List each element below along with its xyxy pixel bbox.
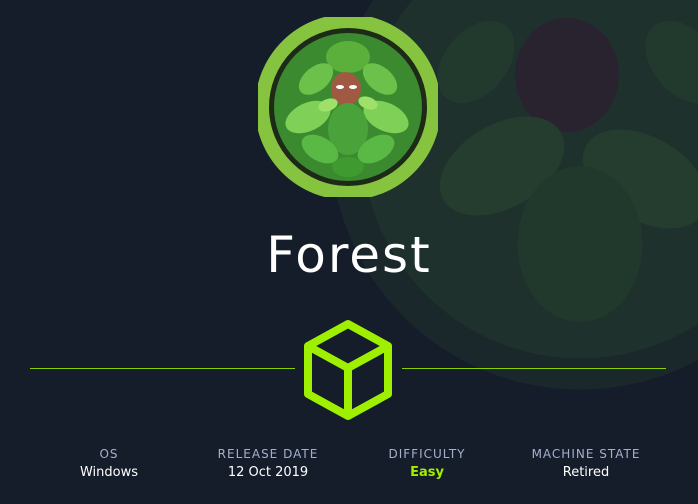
divider-left xyxy=(30,368,295,369)
difficulty-badge: Easy xyxy=(410,465,444,480)
detail-machine-state-label: MACHINE STATE xyxy=(531,447,641,461)
detail-os-value: Windows xyxy=(79,465,139,480)
machine-avatar xyxy=(258,17,438,197)
detail-machine-state-value: Retired xyxy=(562,465,610,480)
detail-machine-state: MACHINE STATE Retired xyxy=(506,446,666,482)
detail-release-date: RELEASE DATE 12 Oct 2019 xyxy=(188,446,348,482)
green-hexagon-box-icon xyxy=(304,320,392,420)
detail-difficulty-label: DIFFICULTY xyxy=(388,447,466,461)
divider-right xyxy=(402,368,666,369)
detail-release-date-value: 12 Oct 2019 xyxy=(227,465,309,480)
detail-difficulty: DIFFICULTY Easy xyxy=(347,446,507,482)
detail-os: OS Windows xyxy=(29,446,189,482)
machine-name: Forest xyxy=(266,226,432,284)
detail-release-date-label: RELEASE DATE xyxy=(217,447,319,461)
detail-os-label: OS xyxy=(99,447,119,461)
